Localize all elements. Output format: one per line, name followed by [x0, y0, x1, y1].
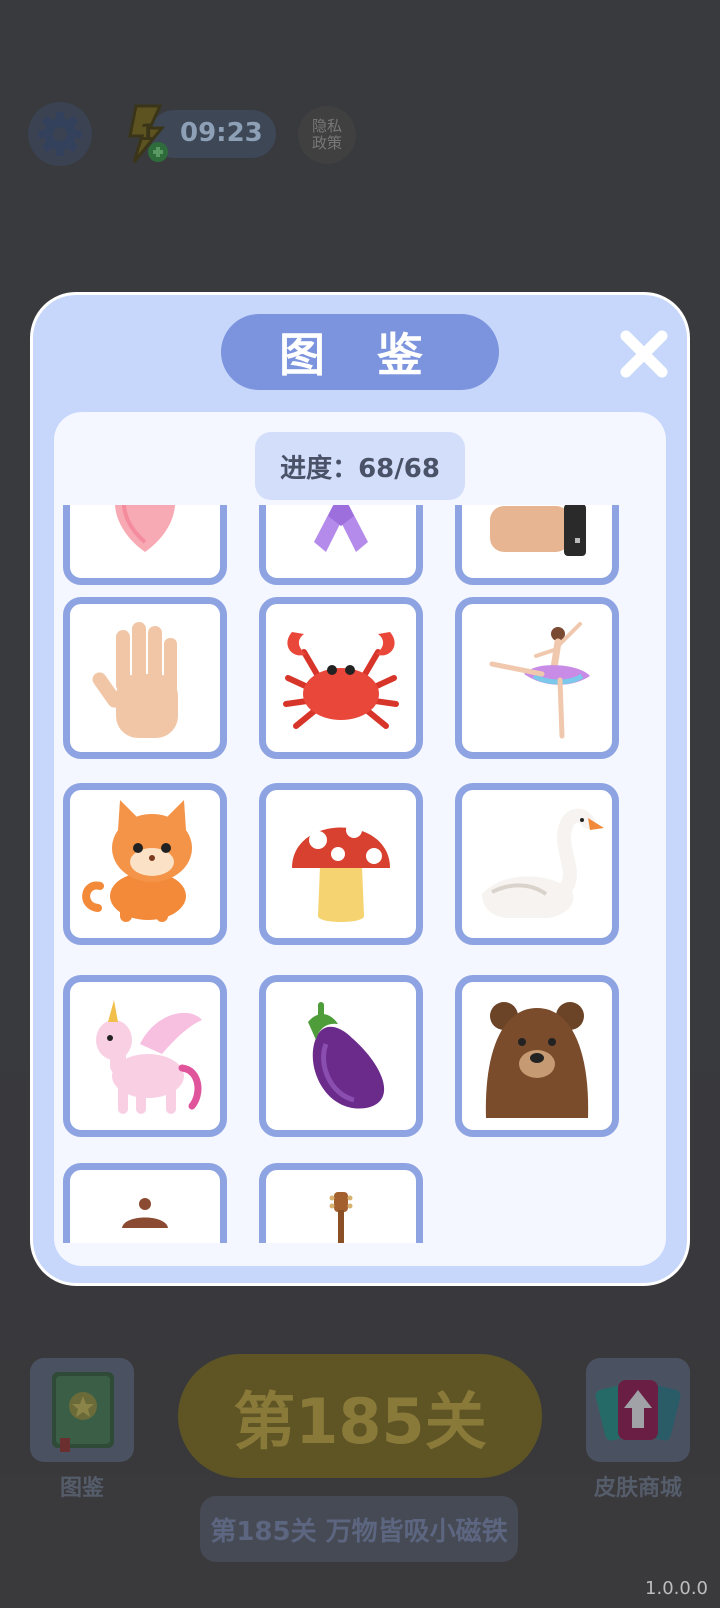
collection-item-swan[interactable] — [455, 783, 619, 945]
collection-item-teapot[interactable] — [63, 1163, 227, 1243]
modal-title: 图 鉴 — [221, 314, 499, 390]
level-subtitle: 第185关 万物皆吸小磁铁 — [200, 1496, 518, 1562]
collection-item-ballerina[interactable] — [455, 597, 619, 759]
teapot-icon — [122, 1198, 168, 1228]
crab-icon — [283, 632, 399, 729]
progress-badge: 进度：68/68 — [255, 432, 465, 500]
gear-icon — [38, 112, 82, 156]
swan-icon — [482, 808, 604, 918]
ballerina-icon — [489, 622, 590, 739]
skin-shop-label: 皮肤商城 — [593, 1476, 682, 1501]
upgrade-icon — [595, 1380, 681, 1441]
skin-shop-button[interactable] — [586, 1358, 690, 1462]
peach-icon — [115, 505, 175, 552]
book-icon — [52, 1372, 114, 1452]
collection-grid[interactable] — [54, 505, 666, 1243]
guitar-icon — [329, 1192, 353, 1243]
close-button[interactable] — [618, 328, 670, 380]
privacy-policy-button[interactable]: 隐私 政策 — [298, 106, 356, 164]
collection-item-mushroom[interactable] — [259, 783, 423, 945]
collection-button[interactable] — [30, 1358, 134, 1462]
collection-item-guitar[interactable] — [259, 1163, 423, 1243]
version-label: 1.0.0.0 — [645, 1578, 708, 1599]
collection-item-ribbon[interactable] — [259, 505, 423, 585]
collection-label: 图鉴 — [59, 1476, 104, 1501]
privacy-label-line2: 政策 — [311, 134, 342, 152]
ribbon-icon — [314, 505, 368, 552]
hand-icon — [92, 622, 178, 738]
collection-item-bear[interactable] — [455, 975, 619, 1137]
energy-count: 1 — [140, 121, 155, 146]
collection-item-crab[interactable] — [259, 597, 423, 759]
collection-item-eggplant[interactable] — [259, 975, 423, 1137]
close-icon — [620, 330, 668, 378]
mushroom-icon — [292, 822, 390, 922]
collection-item-unicorn[interactable] — [63, 975, 227, 1137]
eggplant-icon — [308, 1002, 385, 1109]
bear-icon — [485, 1002, 589, 1118]
settings-button[interactable] — [28, 102, 92, 166]
start-level-button[interactable]: 第185关 — [178, 1354, 542, 1478]
collection-item-cat[interactable] — [63, 783, 227, 945]
cat-icon — [82, 800, 192, 922]
collection-item-fist[interactable] — [455, 505, 619, 585]
unicorn-icon — [96, 1000, 202, 1114]
energy-icon[interactable]: 1 — [116, 102, 174, 166]
energy-timer: 09:23 — [180, 118, 263, 148]
collection-item-peach[interactable] — [63, 505, 227, 585]
collection-item-hand[interactable] — [63, 597, 227, 759]
privacy-label-line1: 隐私 — [311, 117, 342, 135]
fist-icon — [490, 505, 586, 556]
